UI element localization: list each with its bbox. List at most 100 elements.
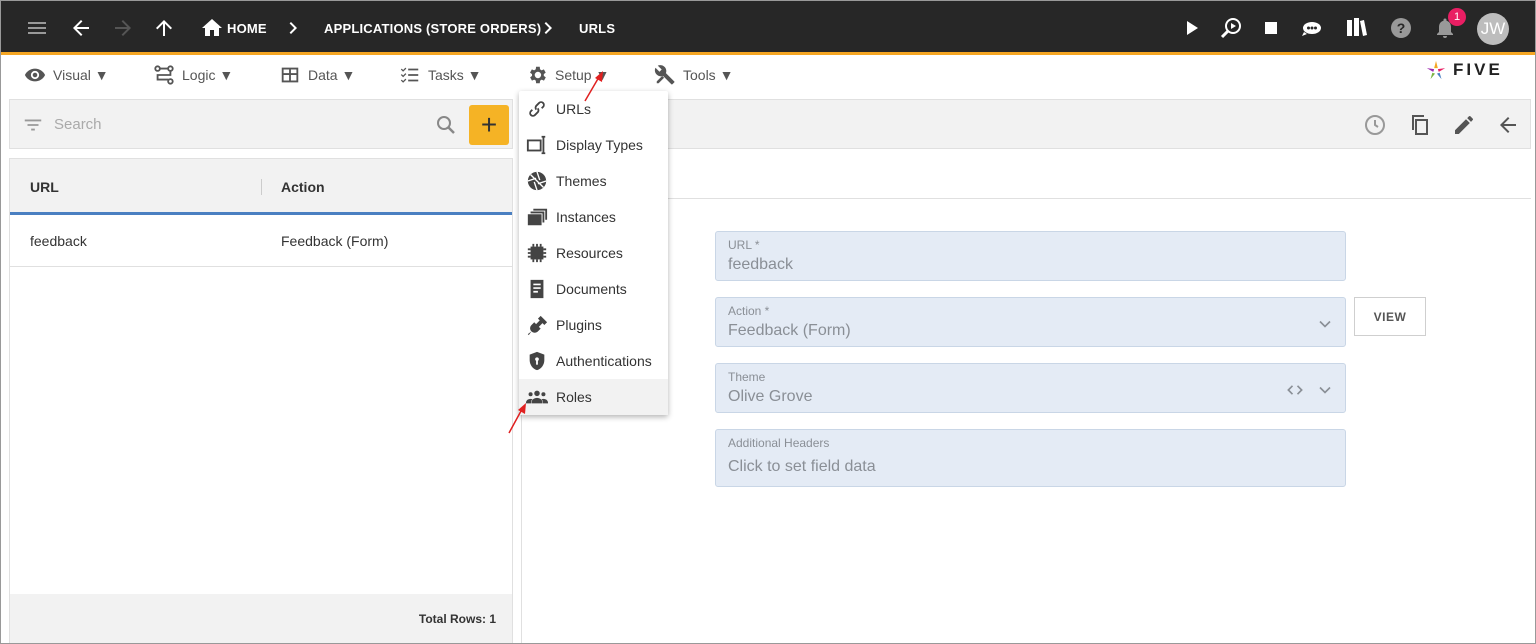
app-window: HOME APPLICATIONS (STORE ORDERS) URLS ? xyxy=(0,0,1536,644)
menu-data[interactable]: Data ▼ xyxy=(279,64,355,86)
setup-menu-label: Themes xyxy=(556,173,607,189)
total-rows: Total Rows: 1 xyxy=(418,612,496,626)
setup-menu-label: Resources xyxy=(556,245,623,261)
action-field-value: Feedback (Form) xyxy=(728,322,851,339)
history-icon[interactable] xyxy=(1363,113,1387,137)
menu-setup[interactable]: Setup ▼ xyxy=(526,64,609,86)
setup-menu-label: Display Types xyxy=(556,137,643,153)
copy-icon[interactable] xyxy=(1408,113,1432,137)
code-brackets-icon[interactable] xyxy=(1285,380,1305,400)
plug-icon xyxy=(527,315,548,336)
setup-menu-label: Instances xyxy=(556,209,616,225)
run-icon[interactable] xyxy=(1179,15,1205,41)
additional-headers-value: Click to set field data xyxy=(728,458,876,475)
chat-bot-icon[interactable] xyxy=(1299,15,1325,41)
back-arrow-icon[interactable] xyxy=(68,15,94,41)
table-footer: Total Rows: 1 xyxy=(10,594,512,643)
breadcrumb-chevron-icon xyxy=(281,15,307,41)
menu-bar: Visual ▼ Logic ▼ Data ▼ Tasks ▼ Setup ▼ … xyxy=(1,55,1535,95)
detail-tabs: s xyxy=(522,149,1531,199)
view-button[interactable]: VIEW xyxy=(1354,297,1426,336)
setup-menu-label: Roles xyxy=(556,389,592,405)
table-icon xyxy=(281,67,299,83)
breadcrumb-urls[interactable]: URLS xyxy=(579,21,615,36)
chevron-down-icon[interactable] xyxy=(1315,380,1335,400)
setup-menu-item-roles[interactable]: Roles xyxy=(519,379,668,415)
checklist-icon xyxy=(400,67,419,83)
additional-headers-field[interactable]: Additional Headers Click to set field da… xyxy=(715,429,1346,487)
gear-icon xyxy=(530,66,546,84)
setup-menu-item-authentications[interactable]: Authentications xyxy=(519,343,668,379)
setup-menu-label: URLs xyxy=(556,101,592,117)
search-input[interactable]: Search xyxy=(54,116,102,133)
cell-action: Feedback (Form) xyxy=(281,233,389,249)
aperture-icon xyxy=(527,171,547,191)
add-button[interactable]: + xyxy=(469,105,509,145)
setup-menu-item-documents[interactable]: Documents xyxy=(519,271,668,307)
link-icon xyxy=(529,101,545,117)
forward-arrow-icon[interactable] xyxy=(110,15,136,41)
menu-visual-label: Visual ▼ xyxy=(53,67,109,83)
filter-icon[interactable] xyxy=(22,114,44,136)
chip-icon xyxy=(527,243,547,263)
theme-field-label: Theme xyxy=(728,370,766,384)
column-header-url[interactable]: URL xyxy=(30,179,59,195)
menu-tasks-label: Tasks ▼ xyxy=(428,67,482,83)
svg-text:?: ? xyxy=(1397,20,1406,36)
setup-menu-item-display-types[interactable]: Display Types xyxy=(519,127,668,163)
url-field[interactable]: URL * feedback xyxy=(715,231,1346,281)
menu-setup-label: Setup ▼ xyxy=(555,67,610,83)
menu-tasks[interactable]: Tasks ▼ xyxy=(399,64,482,86)
notification-badge: 1 xyxy=(1448,8,1466,26)
menu-data-label: Data ▼ xyxy=(308,67,356,83)
back-arrow-icon[interactable] xyxy=(1496,113,1520,137)
run-search-icon[interactable] xyxy=(1218,15,1244,41)
menu-tools[interactable]: Tools ▼ xyxy=(654,64,733,86)
theme-select[interactable]: Theme Olive Grove xyxy=(715,363,1346,413)
people-group-icon xyxy=(526,390,548,404)
menu-visual[interactable]: Visual ▼ xyxy=(24,64,109,86)
shield-keyhole-icon xyxy=(529,351,545,371)
setup-menu-label: Plugins xyxy=(556,317,602,333)
menu-logic[interactable]: Logic ▼ xyxy=(153,64,233,86)
five-logo: FIVE xyxy=(1425,59,1503,81)
search-icon[interactable] xyxy=(434,113,458,137)
home-icon[interactable] xyxy=(199,15,225,41)
library-icon[interactable] xyxy=(1343,15,1369,41)
column-header-action[interactable]: Action xyxy=(281,179,325,195)
stop-icon[interactable] xyxy=(1258,15,1284,41)
setup-menu-item-resources[interactable]: Resources xyxy=(519,235,668,271)
breadcrumb-applications[interactable]: APPLICATIONS (STORE ORDERS) xyxy=(324,21,541,36)
avatar[interactable]: JW xyxy=(1477,13,1509,45)
breadcrumb-chevron-icon xyxy=(536,15,562,41)
document-icon xyxy=(530,279,544,299)
urls-table: URL Action feedback Feedback (Form) Tota… xyxy=(9,158,513,643)
tools-icon xyxy=(654,65,675,85)
additional-headers-label: Additional Headers xyxy=(728,436,830,450)
breadcrumb-home[interactable]: HOME xyxy=(227,21,267,36)
action-select[interactable]: Action * Feedback (Form) xyxy=(715,297,1346,347)
setup-menu-item-instances[interactable]: Instances xyxy=(519,199,668,235)
help-icon[interactable]: ? xyxy=(1388,15,1414,41)
hamburger-menu-icon[interactable] xyxy=(24,15,50,41)
setup-menu-label: Documents xyxy=(556,281,627,297)
setup-menu-item-plugins[interactable]: Plugins xyxy=(519,307,668,343)
setup-menu-item-urls[interactable]: URLs xyxy=(519,91,668,127)
top-bar: HOME APPLICATIONS (STORE ORDERS) URLS ? xyxy=(1,1,1535,55)
five-star-logo-icon xyxy=(1426,60,1446,80)
edit-pencil-icon[interactable] xyxy=(1452,113,1476,137)
menu-logic-label: Logic ▼ xyxy=(182,67,234,83)
setup-menu-item-themes[interactable]: Themes xyxy=(519,163,668,199)
detail-toolbar xyxy=(522,99,1531,149)
cell-url: feedback xyxy=(30,233,87,249)
list-panel: Search + URL Action feedback Feedback (F… xyxy=(9,99,513,643)
eye-icon xyxy=(24,68,46,82)
column-divider xyxy=(261,179,262,195)
table-row[interactable]: feedback Feedback (Form) xyxy=(10,215,512,267)
up-arrow-icon[interactable] xyxy=(151,15,177,41)
setup-dropdown-menu: URLs Display Types Themes Instances Reso… xyxy=(519,91,668,415)
action-field-label: Action * xyxy=(728,304,770,318)
theme-field-value: Olive Grove xyxy=(728,388,813,405)
chevron-down-icon[interactable] xyxy=(1315,314,1335,334)
logo-text: FIVE xyxy=(1453,60,1503,79)
